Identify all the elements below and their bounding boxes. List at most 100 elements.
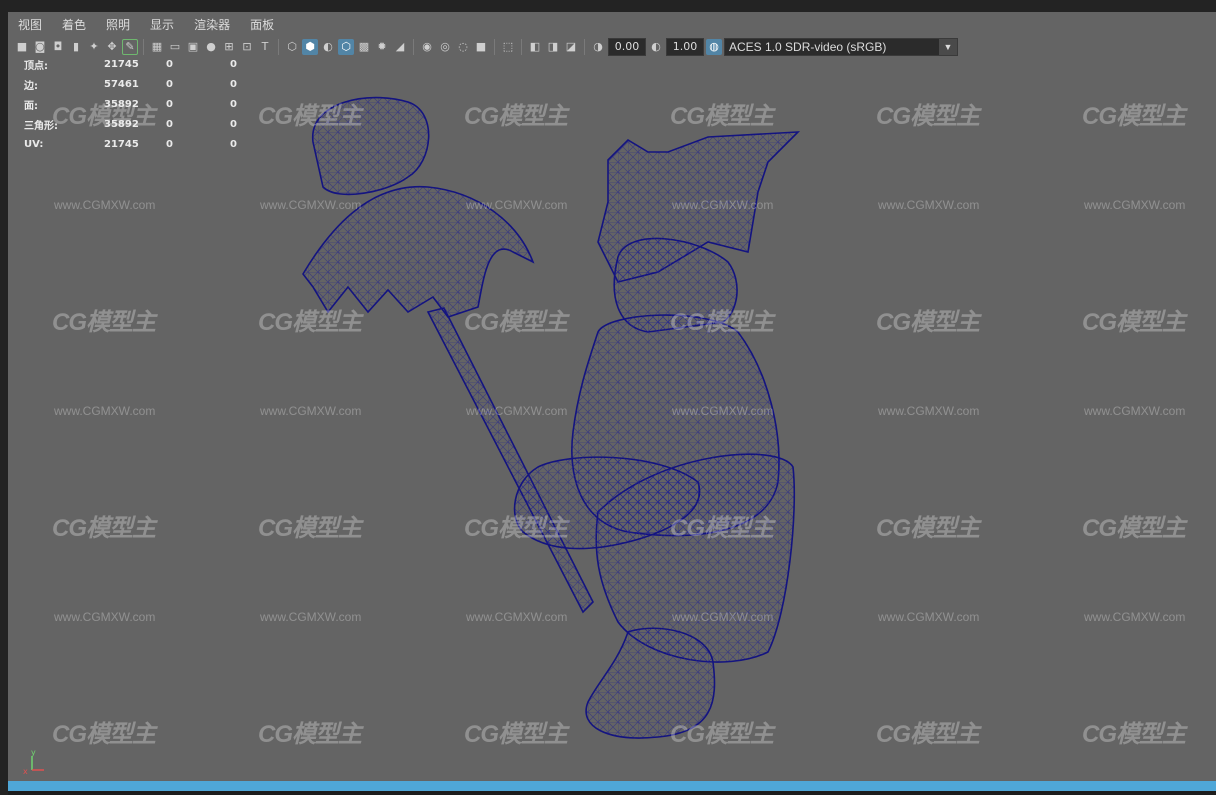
watermark-logo: CG模型主: [876, 721, 980, 748]
watermark-logo: CG模型主: [1082, 721, 1186, 748]
menu-view[interactable]: 视图: [8, 14, 52, 36]
menu-show[interactable]: 显示: [140, 14, 184, 36]
safe-action-icon[interactable]: ⊡: [239, 39, 255, 55]
hud-value: 0: [166, 78, 173, 90]
watermark-url: www.CGMXW.com: [672, 198, 774, 212]
watermark-url: www.CGMXW.com: [260, 198, 362, 212]
watermark-logo: CG模型主: [258, 103, 362, 130]
grease-pencil-icon[interactable]: ✎: [122, 39, 138, 55]
toolbar-separator: [584, 39, 585, 55]
smooth-shade-icon[interactable]: ⬢: [302, 39, 318, 55]
watermark-logo: CG模型主: [1082, 309, 1186, 336]
hud-value: 0: [166, 58, 173, 70]
hud-row-triangles: 三角形: 35892 0 0: [24, 114, 270, 134]
toolbar-separator: [278, 39, 279, 55]
watermark-url: www.CGMXW.com: [1084, 198, 1186, 212]
hud-value: 0: [230, 138, 237, 150]
hud-value: 21745: [104, 138, 139, 150]
gamma-field[interactable]: 1.00: [666, 38, 704, 56]
isolate-select-icon[interactable]: ⬚: [500, 39, 516, 55]
window-frame-top: [0, 0, 1216, 12]
toolbar-separator: [143, 39, 144, 55]
textured-icon[interactable]: ▩: [356, 39, 372, 55]
exposure-icon[interactable]: ◑: [590, 39, 606, 55]
watermark-logo: CG模型主: [52, 515, 156, 542]
wireframe-icon[interactable]: ⬡: [284, 39, 300, 55]
grid-icon[interactable]: ▦: [149, 39, 165, 55]
wireframe-on-shaded-icon[interactable]: ⬡: [338, 39, 354, 55]
ambient-occlusion-icon[interactable]: ◉: [419, 39, 435, 55]
poly-count-hud: 顶点: 21745 0 0 边: 57461 0 0 面: 35892 0 0 …: [24, 54, 270, 154]
camera-attributes-icon[interactable]: ◘: [50, 39, 66, 55]
default-material-icon[interactable]: ◐: [320, 39, 336, 55]
hud-value: 0: [230, 118, 237, 130]
watermark-logo: CG模型主: [464, 309, 568, 336]
watermark-url: www.CGMXW.com: [672, 404, 774, 418]
depth-of-field-icon[interactable]: ■: [473, 39, 489, 55]
hud-value: 0: [166, 98, 173, 110]
colorspace-dropdown[interactable]: ACES 1.0 SDR-video (sRGB) ▼: [724, 38, 958, 56]
axis-y-label: y: [31, 748, 36, 757]
hud-row-uvs: UV: 21745 0 0: [24, 134, 270, 154]
shadows-icon[interactable]: ◢: [392, 39, 408, 55]
bookmark-icon[interactable]: ▮: [68, 39, 84, 55]
watermark-logo: CG模型主: [876, 103, 980, 130]
axis-gizmo: y x: [23, 748, 44, 776]
xray-joints-icon[interactable]: ◪: [563, 39, 579, 55]
hud-value: 35892: [104, 118, 139, 130]
watermark-url: www.CGMXW.com: [466, 404, 568, 418]
menu-panels[interactable]: 面板: [240, 14, 284, 36]
watermark-url: www.CGMXW.com: [672, 610, 774, 624]
pan-zoom-icon[interactable]: ✥: [104, 39, 120, 55]
xray-icon[interactable]: ◧: [527, 39, 543, 55]
lights-icon[interactable]: ✹: [374, 39, 390, 55]
watermark-logo: CG模型主: [670, 309, 774, 336]
watermark-url: www.CGMXW.com: [878, 610, 980, 624]
exposure-field[interactable]: 0.00: [608, 38, 646, 56]
watermark-url: www.CGMXW.com: [260, 404, 362, 418]
watermark-logo: CG模型主: [258, 515, 362, 542]
hud-value: 0: [166, 118, 173, 130]
watermark-logo: CG模型主: [52, 721, 156, 748]
anti-alias-icon[interactable]: ◌: [455, 39, 471, 55]
menu-lighting[interactable]: 照明: [96, 14, 140, 36]
camera-icon[interactable]: ■: [14, 39, 30, 55]
watermark-logo: CG模型主: [464, 721, 568, 748]
hud-label: 顶点:: [24, 60, 48, 72]
film-gate-icon[interactable]: ▭: [167, 39, 183, 55]
gamma-icon[interactable]: ◐: [648, 39, 664, 55]
hud-label: 三角形:: [24, 120, 58, 132]
hud-value: 21745: [104, 58, 139, 70]
xray-active-icon[interactable]: ◨: [545, 39, 561, 55]
select-camera-icon[interactable]: ✦: [86, 39, 102, 55]
watermark-logo: CG模型主: [464, 103, 568, 130]
panel-menubar: 视图 着色 照明 显示 渲染器 面板: [8, 14, 1216, 36]
window-frame-left: [0, 0, 8, 795]
hud-value: 57461: [104, 78, 139, 90]
watermark-url: www.CGMXW.com: [54, 404, 156, 418]
hud-value: 0: [230, 78, 237, 90]
toolbar-separator: [521, 39, 522, 55]
chevron-down-icon[interactable]: ▼: [939, 39, 957, 55]
watermark-logo: CG模型主: [258, 309, 362, 336]
axis-x-label: x: [23, 767, 28, 776]
lock-camera-icon[interactable]: ◙: [32, 39, 48, 55]
motion-blur-icon[interactable]: ◎: [437, 39, 453, 55]
watermark-url: www.CGMXW.com: [466, 198, 568, 212]
field-chart-icon[interactable]: ⊞: [221, 39, 237, 55]
watermark-url: www.CGMXW.com: [260, 610, 362, 624]
color-management-icon[interactable]: ◍: [706, 39, 722, 55]
hud-value: 35892: [104, 98, 139, 110]
time-slider-bar[interactable]: [8, 781, 1216, 791]
hud-row-vertices: 顶点: 21745 0 0: [24, 54, 270, 74]
hud-label: 边:: [24, 80, 38, 92]
watermark-logo: CG模型主: [670, 721, 774, 748]
watermark-logo: CG模型主: [52, 309, 156, 336]
menu-renderer[interactable]: 渲染器: [184, 14, 240, 36]
resolution-gate-icon[interactable]: ▣: [185, 39, 201, 55]
menu-shading[interactable]: 着色: [52, 14, 96, 36]
safe-title-icon[interactable]: T: [257, 39, 273, 55]
watermark-url: www.CGMXW.com: [54, 610, 156, 624]
watermark-url: www.CGMXW.com: [878, 404, 980, 418]
gate-mask-icon[interactable]: ●: [203, 39, 219, 55]
